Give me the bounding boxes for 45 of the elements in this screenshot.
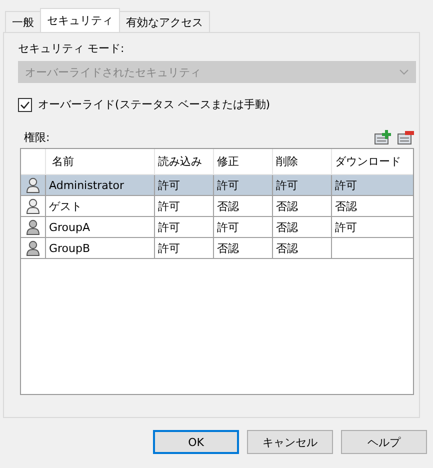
table-cell: 許可 (158, 178, 180, 192)
table-cell: 否認 (335, 198, 357, 214)
user-icon (26, 198, 40, 214)
table-cell: 否認 (276, 220, 298, 234)
permissions-label: 権限: (24, 130, 50, 145)
table-cell: 許可 (335, 178, 357, 192)
table-cell: 許可 (217, 220, 239, 234)
table-cell: 許可 (217, 178, 239, 192)
table-cell: 許可 (158, 240, 180, 256)
table-row[interactable]: ゲスト 許可 否認 否認 否認 (21, 196, 413, 217)
table-cell: 否認 (217, 240, 239, 256)
column-header[interactable]: ダウンロード (331, 149, 413, 174)
table-cell: 許可 (276, 178, 298, 192)
user-icon (26, 240, 40, 256)
tab[interactable]: セキュリティ (40, 8, 120, 32)
checkbox[interactable] (18, 98, 32, 112)
table-cell: 許可 (158, 198, 180, 214)
field-label: セキュリティ モード: (18, 41, 126, 56)
table-cell: GroupA (49, 220, 90, 234)
remove-icon[interactable] (397, 130, 414, 145)
table-cell: 許可 (335, 220, 357, 234)
column-header[interactable]: 名前 (45, 149, 154, 174)
column-header[interactable]: 削除 (272, 149, 331, 174)
add-icon[interactable] (374, 130, 391, 145)
dialog-button[interactable]: キャンセル (247, 430, 333, 454)
table-row[interactable]: GroupA 許可 許可 否認 許可 (21, 217, 413, 238)
dialog-button[interactable]: ヘルプ (341, 430, 427, 454)
checkbox-label: オーバーライド(ステータス ベースまたは手動) (38, 97, 270, 112)
user-icon (26, 177, 40, 193)
table-cell: Administrator (49, 178, 124, 192)
table-row[interactable]: Administrator 許可 許可 許可 許可 (21, 175, 413, 196)
table-cell: 許可 (158, 220, 180, 234)
chevron-icon (399, 69, 409, 75)
table-cell: GroupB (49, 242, 90, 254)
table-cell: 否認 (276, 198, 298, 214)
table-cell: ゲスト (49, 198, 82, 214)
column-header[interactable]: 修正 (213, 149, 272, 174)
tab[interactable]: 一般 (5, 11, 41, 32)
table-cell: 否認 (276, 240, 298, 256)
tab[interactable]: 有効なアクセス (119, 11, 210, 32)
dialog-button[interactable]: OK (153, 430, 239, 454)
table-row[interactable]: GroupB 許可 否認 否認 (21, 238, 413, 259)
column-header[interactable]: 読み込み (154, 149, 213, 174)
table-cell: 否認 (217, 198, 239, 214)
user-icon (26, 219, 40, 235)
